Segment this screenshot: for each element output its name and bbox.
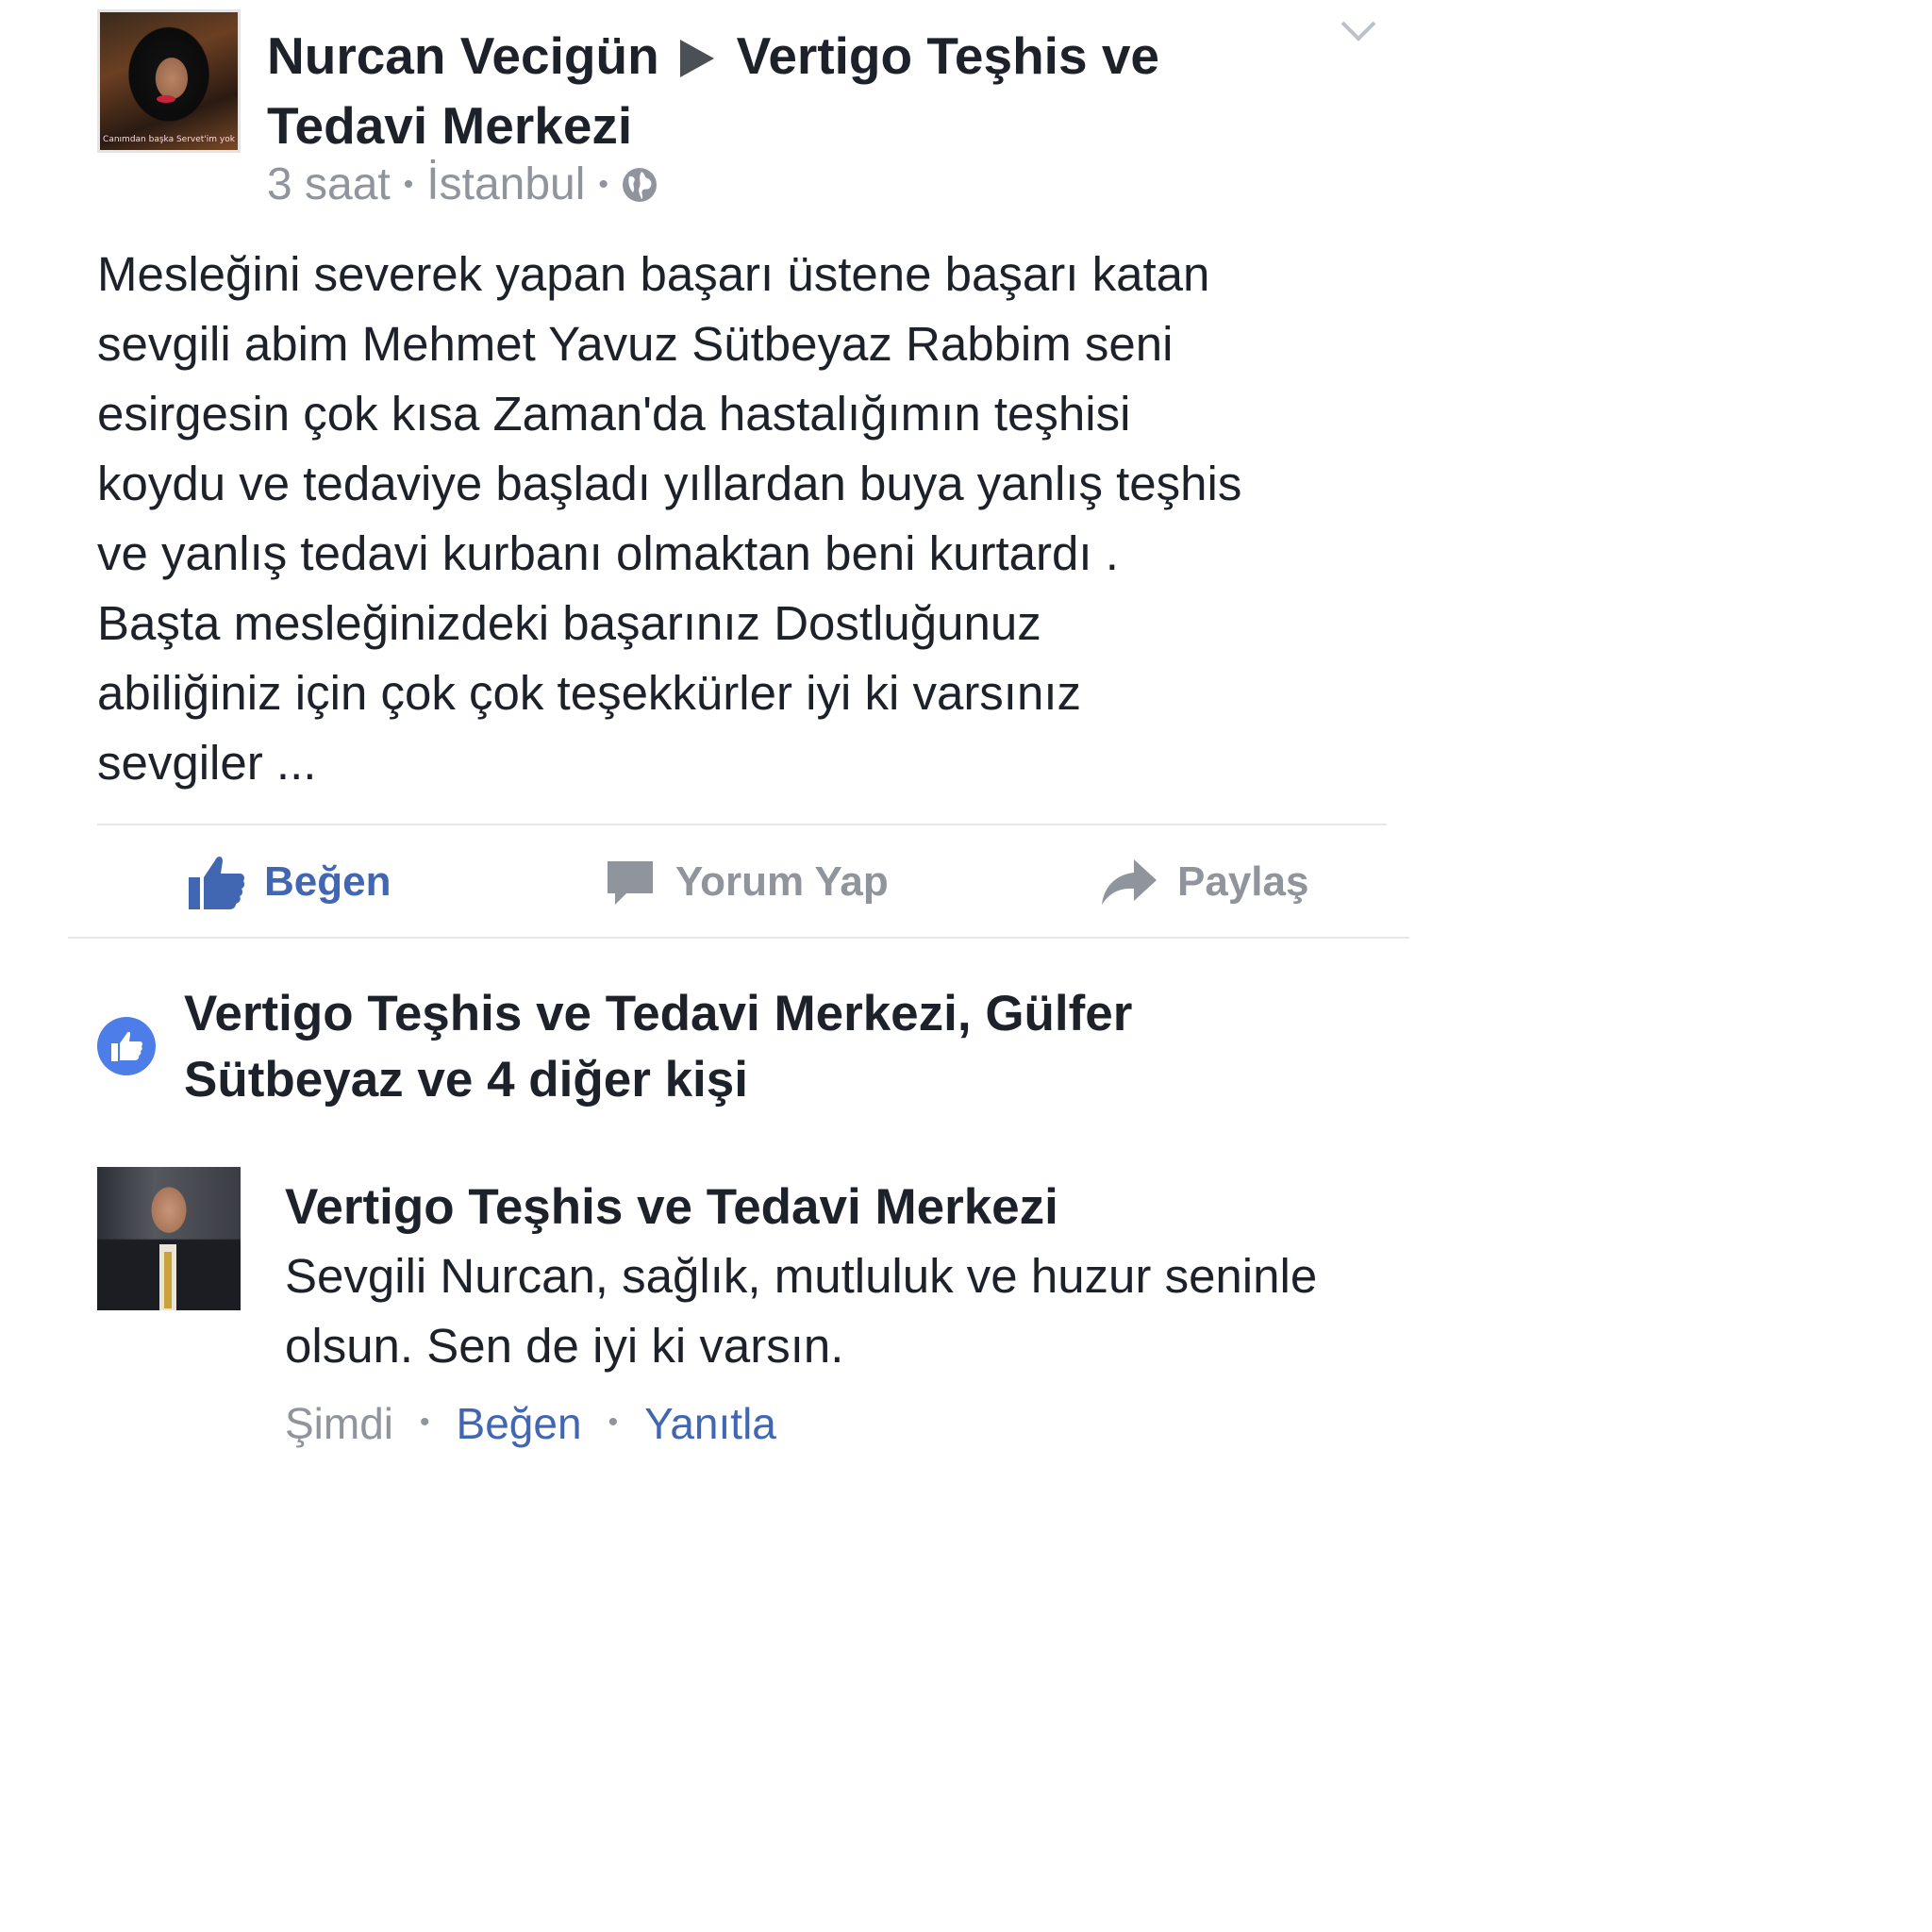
avatar-photo-detail [157, 95, 175, 103]
like-label: Beğen [264, 858, 391, 905]
author-name-link[interactable]: Nurcan Vecigün [267, 26, 659, 85]
commenter-avatar[interactable] [97, 1167, 241, 1310]
comment-text: Sevgili Nurcan, sağlık, mutluluk ve huzu… [285, 1249, 1318, 1373]
like-button[interactable]: Beğen [187, 854, 391, 910]
comment-reply-link[interactable]: Yanıtla [644, 1399, 776, 1448]
avatar-caption: Canımdan başka Servet'im yok [103, 135, 235, 144]
divider [68, 937, 1409, 939]
comment-icon [608, 861, 653, 905]
separator-dot: • [598, 169, 608, 200]
separator-dot: • [403, 169, 414, 200]
post-text: Mesleğini severek yapan başarı üstene ba… [97, 247, 1242, 790]
globe-icon[interactable] [622, 167, 658, 203]
arrow-right-icon [679, 40, 714, 77]
likes-summary[interactable]: Vertigo Teşhis ve Tedavi Merkezi, Gülfer… [184, 981, 1278, 1113]
comment-button[interactable]: Yorum Yap [604, 854, 889, 910]
comment-like-link[interactable]: Beğen [457, 1399, 582, 1448]
share-label: Paylaş [1177, 858, 1309, 905]
comment-time[interactable]: Şimdi [285, 1399, 393, 1448]
chevron-down-icon[interactable] [1340, 19, 1377, 43]
share-button[interactable]: Paylaş [1100, 854, 1308, 910]
comment-footer: Şimdi • Beğen • Yanıtla [285, 1394, 776, 1452]
separator-dot: • [608, 1407, 619, 1438]
thumbs-up-icon [189, 857, 245, 909]
comment-label: Yorum Yap [675, 858, 889, 905]
post-time[interactable]: 3 saat [267, 159, 391, 209]
separator-dot: • [420, 1407, 430, 1438]
post-header-title: Nurcan Vecigün Vertigo Teşhis ve Tedavi M… [267, 21, 1324, 160]
divider [97, 824, 1387, 825]
share-arrow-icon [1102, 859, 1157, 905]
author-avatar[interactable]: Canımdan başka Servet'im yok [97, 9, 241, 153]
avatar-photo-detail [164, 1252, 172, 1308]
post-location[interactable]: İstanbul [426, 159, 585, 209]
comment-author-link[interactable]: Vertigo Teşhis ve Tedavi Merkezi [285, 1174, 1058, 1241]
post-meta: 3 saat • İstanbul • [267, 158, 658, 211]
like-badge-icon[interactable] [97, 1017, 156, 1075]
